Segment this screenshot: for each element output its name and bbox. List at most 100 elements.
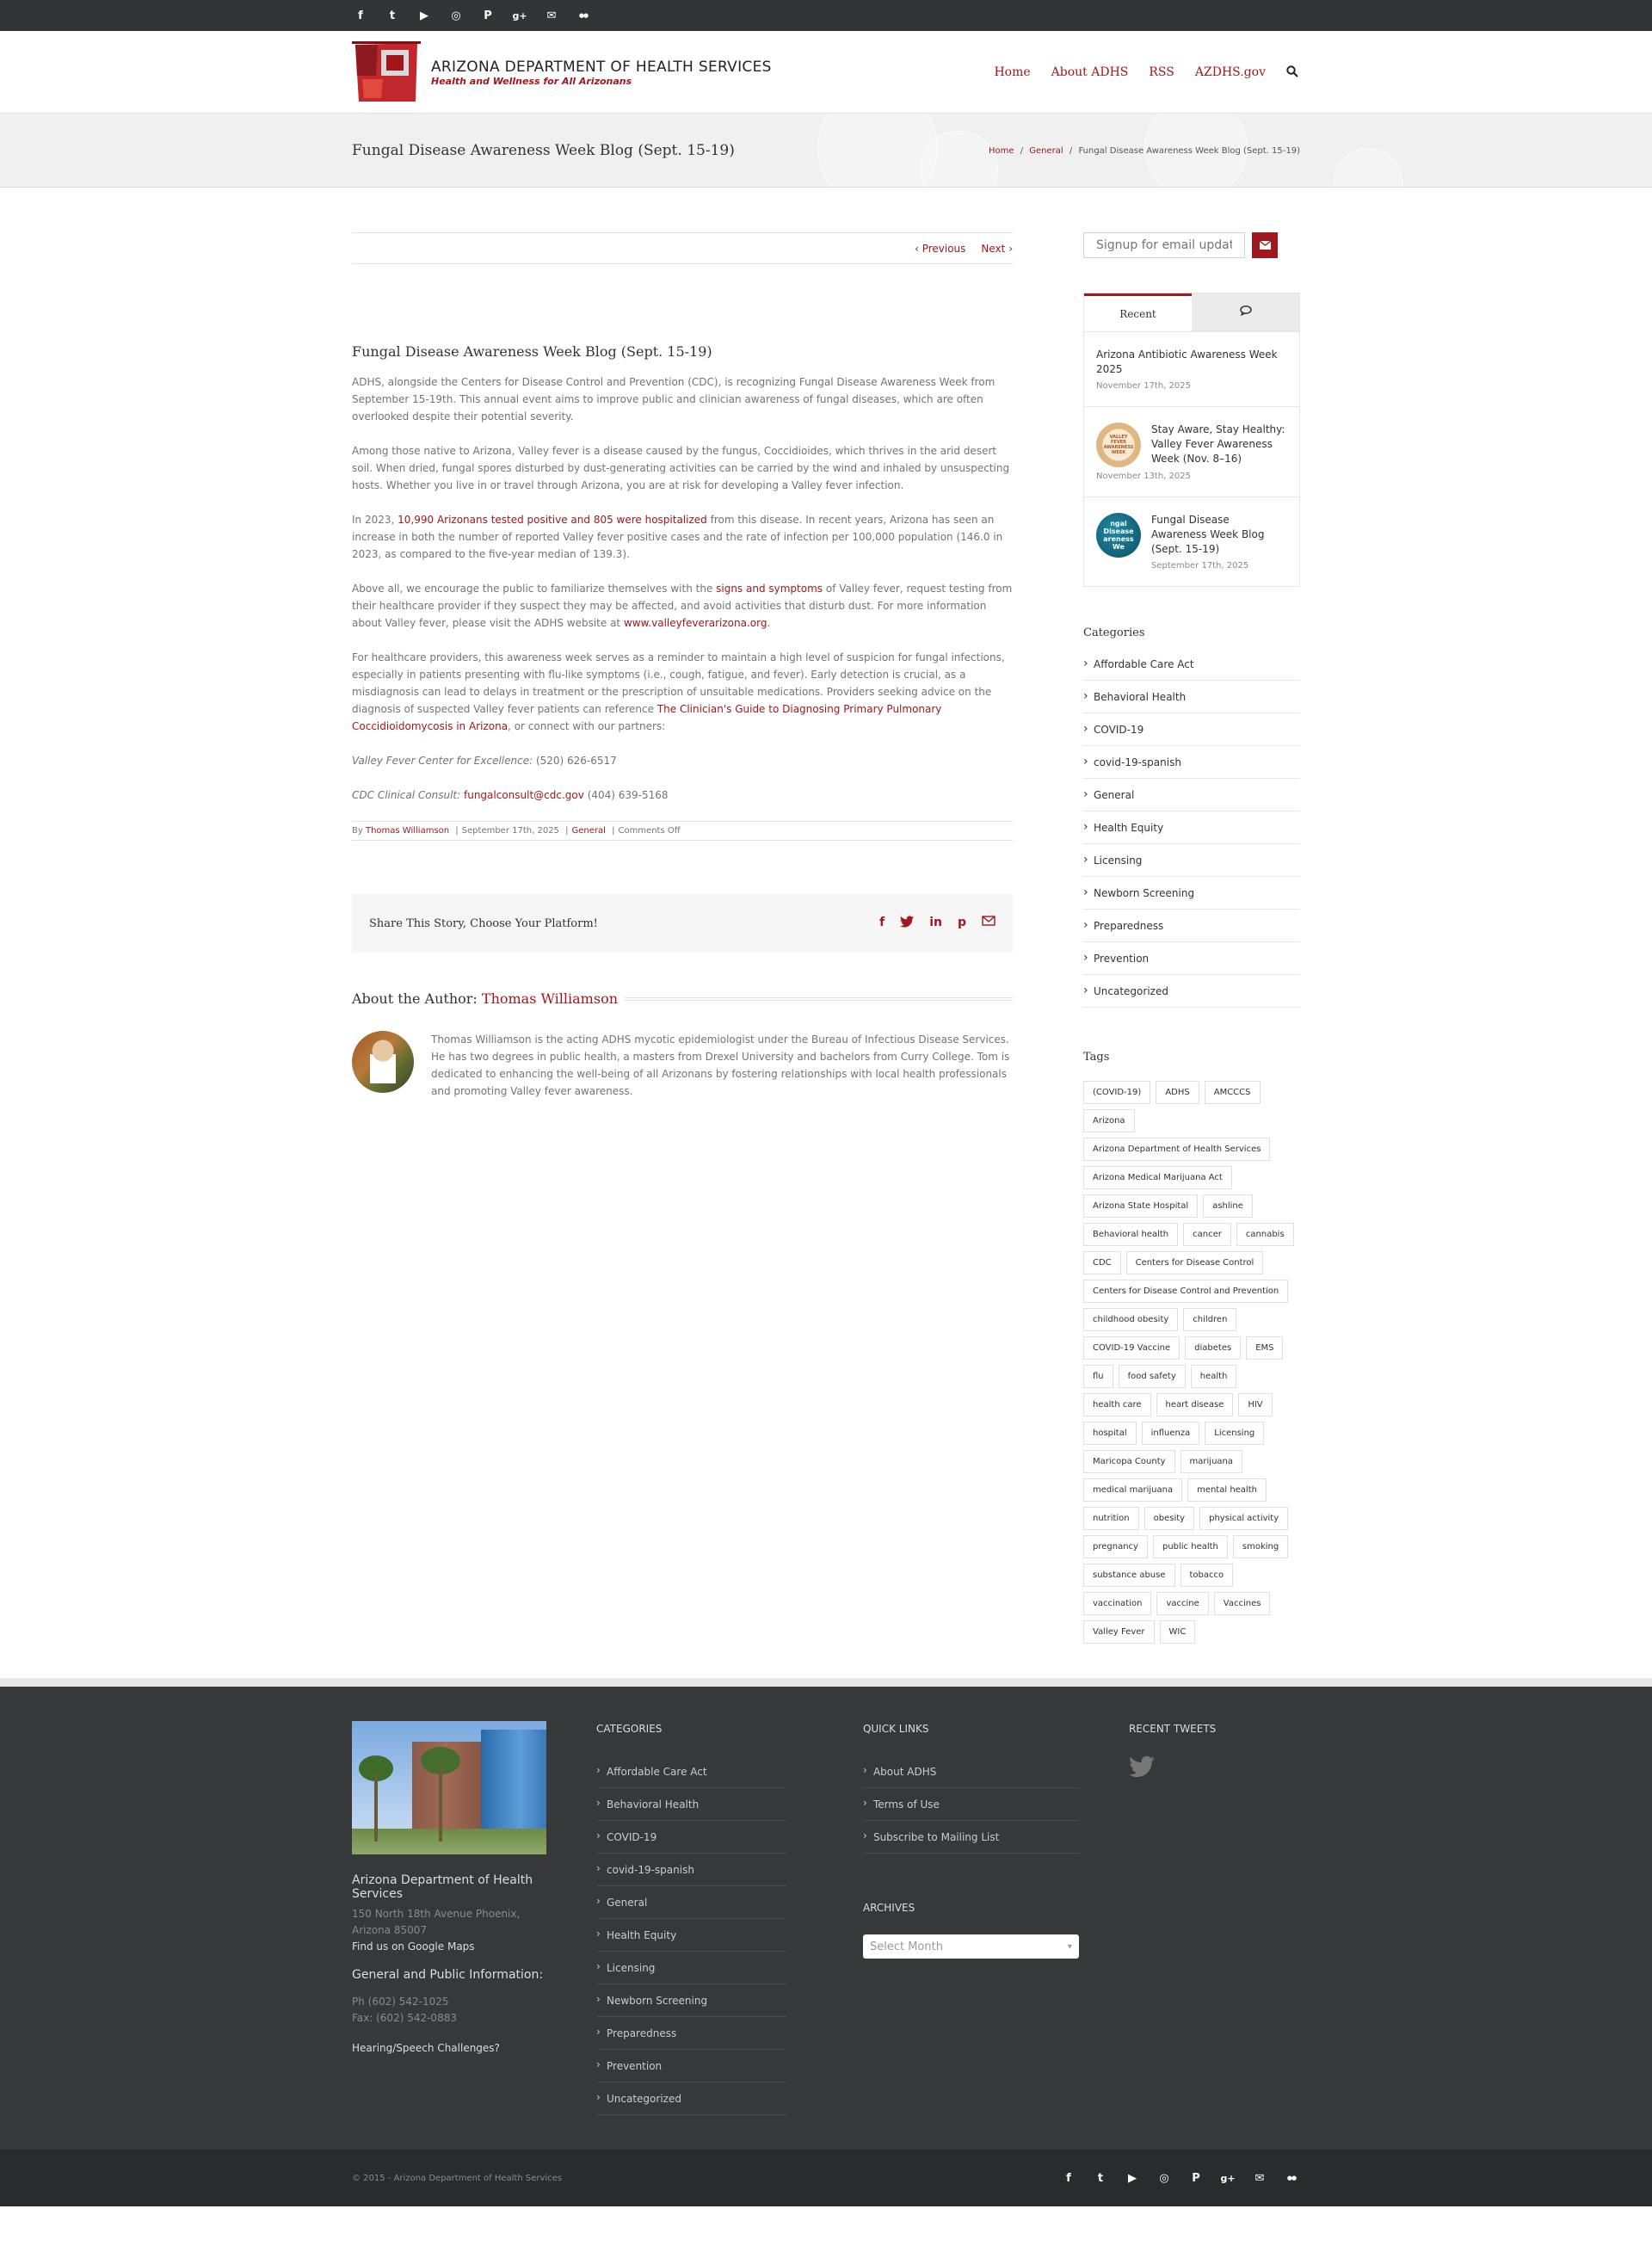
twitter-icon[interactable]: t [384, 7, 401, 24]
tag-link[interactable]: childhood obesity [1083, 1308, 1179, 1331]
tag-link[interactable]: ADHS [1156, 1081, 1199, 1104]
tag-link[interactable]: pregnancy [1083, 1535, 1148, 1558]
email-signup-input[interactable] [1083, 232, 1245, 258]
tag-link[interactable]: CDC [1083, 1251, 1121, 1274]
tag-link[interactable]: physical activity [1199, 1507, 1289, 1530]
valleyfever-site-link[interactable]: www.valleyfeverarizona.org [624, 617, 767, 629]
tag-link[interactable]: cannabis [1236, 1223, 1294, 1246]
flickr-icon[interactable]: ●● [575, 7, 592, 24]
google-maps-link[interactable]: Find us on Google Maps [352, 1940, 546, 1953]
tag-link[interactable]: food safety [1118, 1365, 1186, 1388]
facebook-icon[interactable]: f [352, 7, 369, 24]
tag-link[interactable]: Centers for Disease Control and Preventi… [1083, 1280, 1289, 1303]
tag-link[interactable]: Arizona State Hospital [1083, 1194, 1199, 1218]
tag-link[interactable]: smoking [1232, 1535, 1289, 1558]
tag-link[interactable]: hospital [1083, 1422, 1137, 1445]
tag-link[interactable]: marijuana [1180, 1450, 1242, 1473]
nav-azdhs-gov[interactable]: AZDHS.gov [1195, 65, 1266, 79]
tag-link[interactable]: COVID-19 Vaccine [1083, 1336, 1180, 1360]
sidebar-category-link[interactable]: Newborn Screening [1083, 877, 1300, 910]
nav-rss[interactable]: RSS [1149, 65, 1174, 79]
about-author-name-link[interactable]: Thomas Williamson [482, 990, 618, 1007]
quick-link[interactable]: About ADHS [862, 1755, 1079, 1788]
instagram-icon[interactable]: ◎ [447, 7, 465, 24]
author-link[interactable]: Thomas Williamson [366, 826, 449, 836]
tag-link[interactable]: vaccine [1156, 1592, 1209, 1615]
facebook-icon[interactable]: f [1060, 2169, 1077, 2187]
previous-post-link[interactable]: ‹ Previous [915, 243, 965, 255]
tag-link[interactable]: EMS [1246, 1336, 1284, 1360]
sidebar-category-link[interactable]: Preparedness [1083, 910, 1300, 942]
site-logo[interactable]: ARIZONA DEPARTMENT OF HEALTH SERVICES He… [352, 41, 772, 103]
tag-link[interactable]: diabetes [1185, 1336, 1242, 1360]
fungalconsult-email-link[interactable]: fungalconsult@cdc.gov [464, 789, 584, 801]
recent-post-thumbnail[interactable]: VALLEY FEVER AWARENESS WEEK [1096, 423, 1141, 467]
tag-link[interactable]: Arizona [1083, 1109, 1135, 1132]
tag-link[interactable]: cancer [1183, 1223, 1231, 1246]
tag-link[interactable]: health [1190, 1365, 1237, 1388]
email-icon[interactable]: ✉ [543, 7, 560, 24]
sidebar-category-link[interactable]: Health Equity [1083, 811, 1300, 844]
tag-link[interactable]: substance abuse [1083, 1564, 1175, 1587]
footer-category-link[interactable]: Preparedness [596, 2017, 787, 2050]
tag-link[interactable]: Vaccines [1213, 1592, 1271, 1615]
tag-link[interactable]: mental health [1187, 1478, 1267, 1502]
signs-symptoms-link[interactable]: signs and symptoms [716, 583, 823, 595]
sidebar-category-link[interactable]: COVID-19 [1083, 713, 1300, 746]
hearing-speech-link[interactable]: Hearing/Speech Challenges? [352, 2042, 546, 2054]
breadcrumb-home[interactable]: Home [989, 146, 1014, 156]
tag-link[interactable]: children [1183, 1308, 1237, 1331]
tag-link[interactable]: nutrition [1083, 1507, 1139, 1530]
search-icon[interactable] [1286, 65, 1300, 79]
tag-link[interactable]: HIV [1238, 1393, 1273, 1416]
tag-link[interactable]: Licensing [1205, 1422, 1265, 1445]
linkedin-share-icon[interactable]: in [929, 916, 942, 931]
youtube-icon[interactable]: ▶ [1124, 2169, 1141, 2187]
footer-category-link[interactable]: Uncategorized [596, 2082, 787, 2115]
footer-category-link[interactable]: Health Equity [596, 1919, 787, 1952]
email-share-icon[interactable] [982, 916, 996, 931]
tag-link[interactable]: ashline [1203, 1194, 1253, 1218]
tag-link[interactable]: (COVID-19) [1083, 1081, 1151, 1104]
recent-post-title[interactable]: Arizona Antibiotic Awareness Week 2025 [1096, 348, 1287, 377]
quick-link[interactable]: Subscribe to Mailing List [862, 1821, 1079, 1854]
tag-link[interactable]: Centers for Disease Control [1125, 1251, 1264, 1274]
nav-about-adhs[interactable]: About ADHS [1051, 65, 1129, 79]
footer-category-link[interactable]: covid-19-spanish [596, 1854, 787, 1886]
tag-link[interactable]: Behavioral health [1083, 1223, 1179, 1246]
tag-link[interactable]: obesity [1143, 1507, 1195, 1530]
footer-category-link[interactable]: Affordable Care Act [596, 1755, 787, 1788]
tag-link[interactable]: tobacco [1180, 1564, 1234, 1587]
tag-link[interactable]: WIC [1159, 1620, 1196, 1644]
recent-post-item[interactable]: ngal Disease areness We Fungal Disease A… [1084, 497, 1299, 586]
tag-link[interactable]: public health [1152, 1535, 1228, 1558]
facebook-share-icon[interactable]: f [879, 916, 885, 931]
footer-category-link[interactable]: Newborn Screening [596, 1984, 787, 2017]
next-post-link[interactable]: Next › [981, 243, 1013, 255]
pinterest-icon[interactable]: P [1187, 2169, 1205, 2187]
tag-link[interactable]: AMCCCS [1204, 1081, 1261, 1104]
sidebar-category-link[interactable]: Prevention [1083, 942, 1300, 975]
tag-link[interactable]: vaccination [1083, 1592, 1152, 1615]
sidebar-category-link[interactable]: Licensing [1083, 844, 1300, 877]
tab-comments[interactable] [1192, 293, 1299, 331]
twitter-icon[interactable]: t [1092, 2169, 1109, 2187]
tag-link[interactable]: Maricopa County [1083, 1450, 1175, 1473]
google-plus-icon[interactable]: g+ [1219, 2169, 1236, 2187]
sidebar-category-link[interactable]: General [1083, 779, 1300, 811]
recent-post-item[interactable]: VALLEY FEVER AWARENESS WEEK Stay Aware, … [1084, 406, 1299, 497]
footer-category-link[interactable]: General [596, 1886, 787, 1919]
email-icon[interactable]: ✉ [1251, 2169, 1268, 2187]
tag-link[interactable]: medical marijuana [1083, 1478, 1183, 1502]
tab-recent[interactable]: Recent [1084, 293, 1192, 331]
tag-link[interactable]: Arizona Department of Health Services [1083, 1138, 1271, 1161]
email-signup-button[interactable] [1252, 232, 1278, 258]
breadcrumb-general[interactable]: General [1029, 146, 1063, 156]
nav-home[interactable]: Home [994, 65, 1030, 79]
recent-post-title[interactable]: Fungal Disease Awareness Week Blog (Sept… [1151, 513, 1287, 557]
archives-select[interactable]: Select Month ▾ [862, 1934, 1079, 1959]
recent-post-title[interactable]: Stay Aware, Stay Healthy: Valley Fever A… [1151, 423, 1287, 467]
google-plus-icon[interactable]: g+ [511, 7, 528, 24]
footer-category-link[interactable]: COVID-19 [596, 1821, 787, 1854]
footer-category-link[interactable]: Prevention [596, 2050, 787, 2082]
